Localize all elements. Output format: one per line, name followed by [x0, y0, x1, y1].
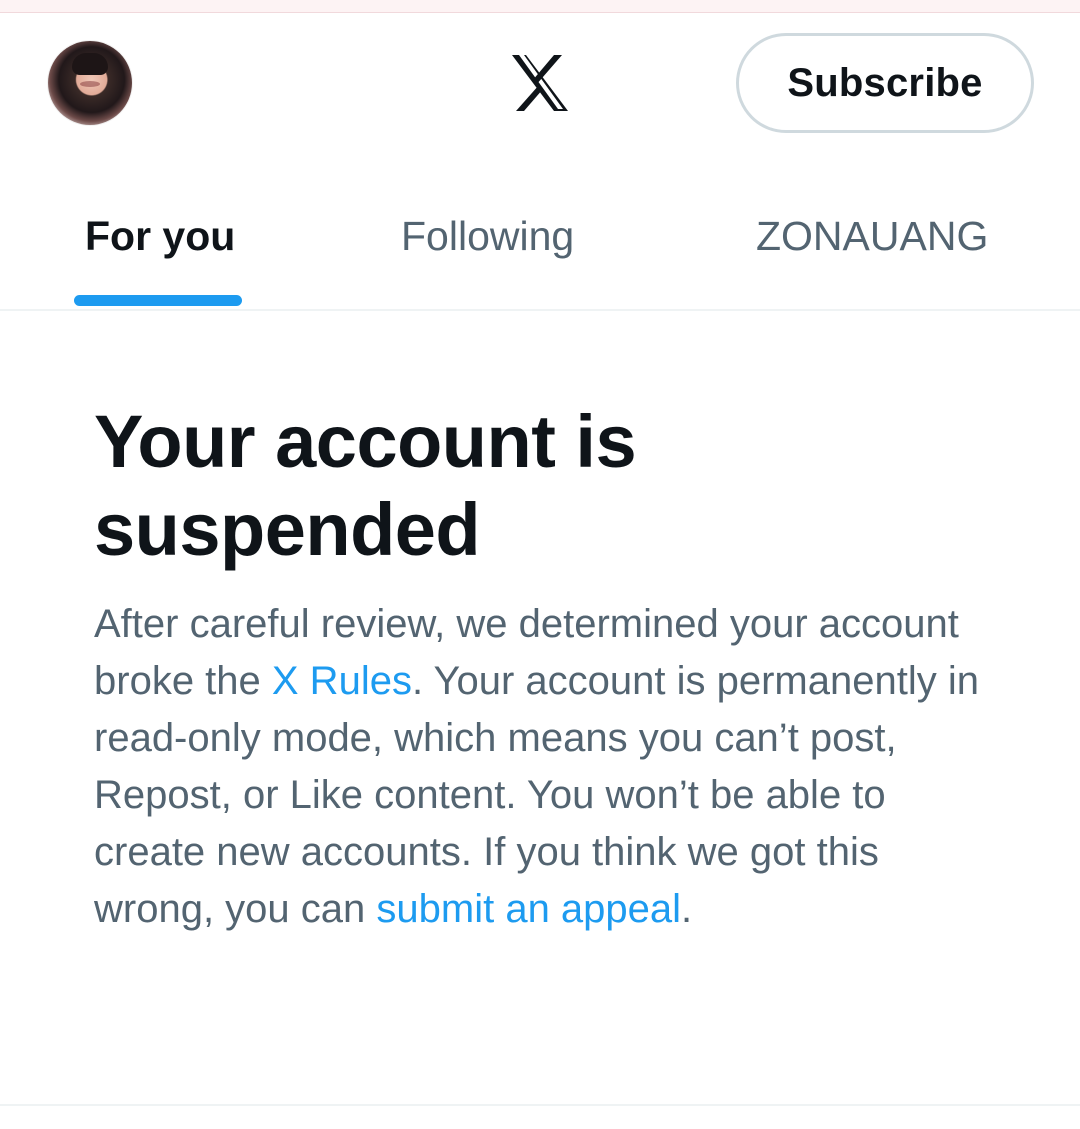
tab-for-you[interactable]: For you [85, 206, 235, 266]
tab-following[interactable]: Following [401, 206, 574, 266]
timeline-tabs: For you Following ZONAUANG [0, 162, 1080, 311]
content-divider [0, 1104, 1080, 1106]
x-rules-link[interactable]: X Rules [272, 659, 412, 703]
active-tab-indicator [74, 295, 242, 306]
subscribe-button[interactable]: Subscribe [736, 33, 1034, 133]
suspension-message: After careful review, we determined your… [94, 596, 994, 938]
profile-avatar[interactable] [48, 41, 132, 125]
suspension-notice: Your account is suspended After careful … [94, 398, 994, 938]
x-logo-icon[interactable] [506, 52, 574, 114]
app-header: Subscribe [0, 12, 1080, 162]
suspension-title: Your account is suspended [94, 400, 637, 571]
tab-zonauang[interactable]: ZONAUANG [756, 206, 988, 266]
message-text-3: . [681, 887, 693, 931]
submit-appeal-link[interactable]: submit an appeal [376, 887, 681, 931]
